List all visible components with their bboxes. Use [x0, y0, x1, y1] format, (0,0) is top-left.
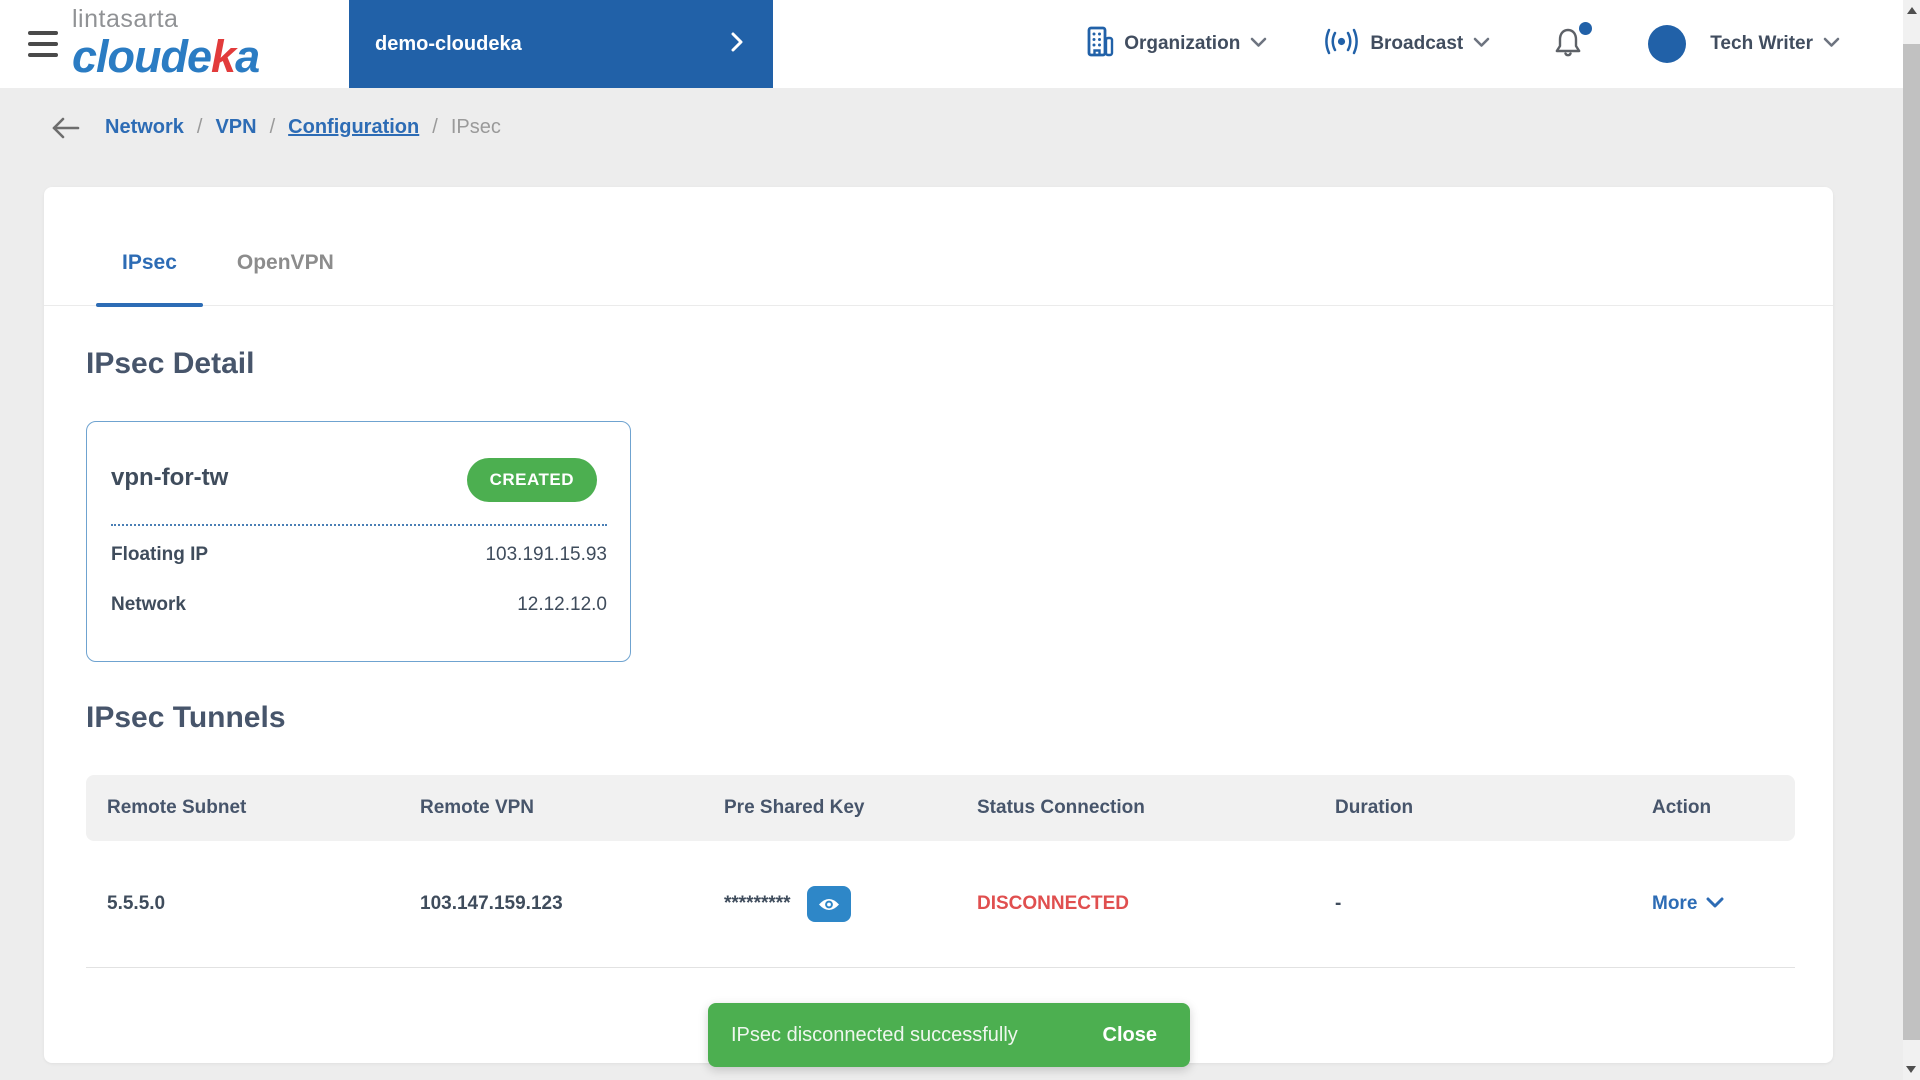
logo-brand-accent: k	[211, 31, 236, 82]
scroll-down-arrow-icon[interactable]	[1906, 1066, 1916, 1073]
network-value: 12.12.12.0	[517, 594, 607, 615]
project-selector[interactable]: demo-cloudeka	[349, 0, 773, 88]
tab-openvpn[interactable]: OpenVPN	[211, 251, 360, 305]
logo-brand-post: a	[235, 31, 260, 82]
toast-message: IPsec disconnected successfully	[731, 1023, 1018, 1046]
project-name: demo-cloudeka	[375, 32, 522, 55]
toast-close-button[interactable]: Close	[1103, 1024, 1157, 1047]
vpn-tabs: IPsec OpenVPN	[44, 187, 1833, 307]
cell-pre-shared-key: *********	[703, 886, 956, 922]
bell-icon	[1555, 28, 1581, 56]
broadcast-menu[interactable]: Broadcast	[1323, 28, 1490, 60]
user-name: Tech Writer	[1710, 33, 1813, 54]
organization-label: Organization	[1124, 33, 1241, 54]
header-actions: Organization Broadcast Tech Writer	[1087, 0, 1840, 88]
cell-duration: -	[1335, 893, 1342, 914]
toast-notification: IPsec disconnected successfully Close	[708, 1003, 1190, 1067]
breadcrumb-configuration[interactable]: Configuration	[288, 116, 419, 139]
organization-menu[interactable]: Organization	[1087, 26, 1267, 62]
breadcrumb-network[interactable]: Network	[105, 116, 184, 139]
back-arrow-icon[interactable]	[50, 117, 80, 139]
dotted-divider	[111, 524, 607, 526]
eye-icon	[818, 898, 839, 910]
ipsec-detail-card: vpn-for-tw CREATED Floating IP 103.191.1…	[86, 421, 631, 662]
cell-status-connection: DISCONNECTED	[977, 893, 1130, 914]
ipsec-detail-heading: IPsec Detail	[86, 347, 255, 380]
breadcrumb-separator: /	[269, 116, 276, 138]
logo-brand: cloudeka	[72, 31, 260, 82]
tab-ipsec[interactable]: IPsec	[96, 251, 203, 307]
breadcrumb-vpn[interactable]: VPN	[215, 116, 256, 139]
col-status-connection: Status Connection	[977, 797, 1145, 818]
top-header: lintasarta cloudeka demo-cloudeka Organi…	[0, 0, 1920, 88]
floating-ip-label: Floating IP	[111, 544, 209, 565]
status-badge: CREATED	[466, 458, 597, 502]
more-label: More	[1652, 893, 1698, 914]
floating-ip-field: Floating IP 103.191.15.93	[111, 544, 607, 566]
scroll-up-arrow-icon[interactable]	[1906, 7, 1917, 14]
masked-key: *********	[724, 893, 791, 914]
avatar	[1648, 25, 1687, 63]
vpn-name: vpn-for-tw	[111, 464, 229, 491]
network-field: Network 12.12.12.0	[111, 594, 607, 616]
floating-ip-value: 103.191.15.93	[485, 544, 607, 565]
chevron-down-icon	[1706, 893, 1724, 915]
col-action: Action	[1652, 797, 1712, 818]
building-icon	[1087, 26, 1114, 62]
scrollbar-thumb[interactable]	[1903, 44, 1920, 1040]
content-card: IPsec OpenVPN IPsec Detail vpn-for-tw CR…	[44, 187, 1833, 1063]
breadcrumb-ipsec: IPsec	[450, 116, 501, 138]
chevron-down-icon	[1823, 35, 1840, 53]
network-label: Network	[111, 594, 186, 615]
col-remote-subnet: Remote Subnet	[107, 797, 247, 818]
hamburger-menu-icon[interactable]	[28, 31, 62, 57]
col-duration: Duration	[1335, 797, 1414, 818]
cell-remote-vpn: 103.147.159.123	[420, 893, 563, 914]
vertical-scrollbar[interactable]	[1903, 0, 1920, 1080]
breadcrumb-separator: /	[432, 116, 438, 138]
cell-remote-subnet: 5.5.5.0	[107, 893, 166, 914]
col-remote-vpn: Remote VPN	[420, 797, 535, 818]
cloudeka-logo: lintasarta cloudeka	[72, 5, 260, 82]
reveal-key-button[interactable]	[806, 886, 851, 922]
chevron-down-icon	[1473, 35, 1490, 53]
user-menu[interactable]: Tech Writer	[1648, 25, 1840, 63]
logo-brand-pre: cloude	[72, 31, 212, 82]
ipsec-tunnels-heading: IPsec Tunnels	[86, 701, 286, 734]
tunnels-table: Remote Subnet Remote VPN Pre Shared Key …	[86, 775, 1795, 968]
broadcast-label: Broadcast	[1370, 33, 1464, 54]
more-actions-button[interactable]: More	[1631, 893, 1795, 915]
breadcrumb-separator: /	[196, 116, 203, 138]
notification-badge	[1579, 21, 1593, 35]
breadcrumb: Network / VPN / Configuration / IPsec	[50, 116, 501, 139]
chevron-down-icon	[1250, 35, 1267, 53]
chevron-right-icon	[731, 32, 743, 57]
table-header-row: Remote Subnet Remote VPN Pre Shared Key …	[86, 775, 1795, 841]
col-pre-shared-key: Pre Shared Key	[724, 797, 865, 818]
broadcast-icon	[1323, 28, 1360, 60]
logo-line1: lintasarta	[72, 5, 179, 33]
notifications-button[interactable]	[1554, 21, 1593, 63]
table-row: 5.5.5.0 103.147.159.123 ********* DISCON…	[86, 841, 1795, 968]
